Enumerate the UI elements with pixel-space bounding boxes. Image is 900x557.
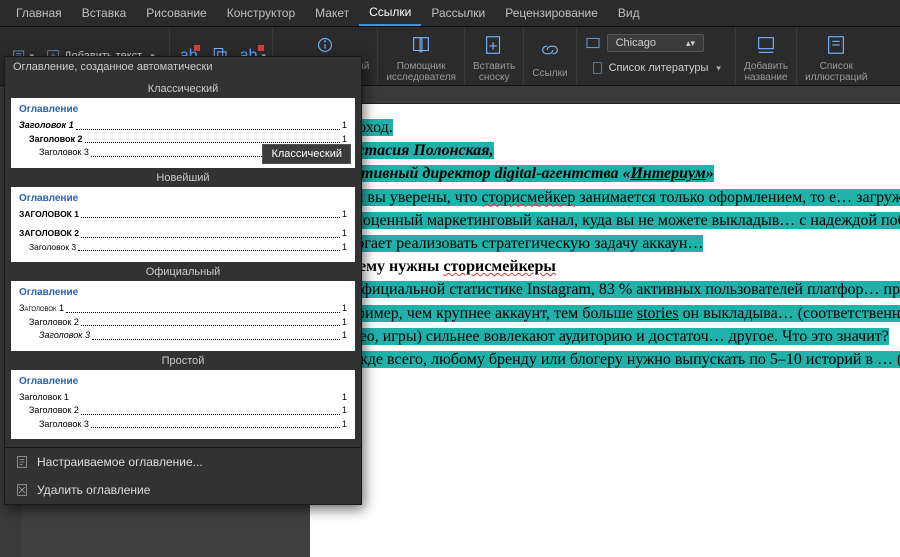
- links-button[interactable]: [539, 39, 561, 61]
- page[interactable]: … доход. Анастасия Полонская, креативный…: [310, 104, 900, 557]
- doc-role-link: Интериум: [630, 165, 705, 182]
- tab-references[interactable]: Ссылки: [359, 0, 421, 26]
- insert-footnote-button[interactable]: [483, 34, 505, 56]
- tab-design[interactable]: Конструктор: [217, 0, 305, 26]
- toc-category: Классический: [11, 83, 355, 95]
- insert-footnote-label: Вставить сноску: [473, 62, 515, 83]
- tab-view[interactable]: Вид: [608, 0, 650, 26]
- toc-style-simple[interactable]: Оглавление Заголовок 11 Заголовок 21 Заг…: [11, 370, 355, 440]
- bibliography-button[interactable]: Список литературы ▾: [585, 58, 727, 78]
- insert-caption-label: Добавить название: [744, 62, 788, 83]
- citation-button[interactable]: [585, 35, 601, 51]
- researcher-button[interactable]: [410, 34, 432, 56]
- custom-toc-button[interactable]: Настраиваемое оглавление...: [5, 448, 361, 476]
- chevron-down-icon: ▾: [716, 63, 721, 74]
- menu-tabs: Главная Вставка Рисование Конструктор Ма…: [0, 0, 900, 26]
- insert-caption-button[interactable]: [755, 34, 777, 56]
- select-arrows-icon: ▴▾: [686, 38, 695, 49]
- toc-gallery-panel: Оглавление, созданное автоматически Клас…: [4, 56, 362, 505]
- figures-list-button[interactable]: [825, 34, 847, 56]
- tab-review[interactable]: Рецензирование: [495, 0, 608, 26]
- toc-panel-title: Оглавление, созданное автоматически: [5, 57, 361, 77]
- tab-draw[interactable]: Рисование: [136, 0, 216, 26]
- doc-role-post: »: [706, 165, 714, 182]
- toc-category: Новейший: [11, 172, 355, 184]
- doc-role-pre: креативный директор digital-агентства «: [330, 165, 630, 182]
- tab-layout[interactable]: Макет: [305, 0, 359, 26]
- doc-text: Прежде всего, любому бренду или блогеру …: [330, 351, 900, 368]
- researcher-label: Помощник исследователя: [386, 62, 456, 83]
- toc-style-modern[interactable]: Оглавление Заголовок 11 Заголовок 21 Заг…: [11, 187, 355, 263]
- smart-lookup-button[interactable]: [314, 34, 336, 56]
- toc-category: Официальный: [11, 266, 355, 278]
- doc-heading: сторисмейкеры: [443, 258, 556, 275]
- doc-text: По официальной статистике Instagram, 83 …: [330, 281, 900, 298]
- tab-insert[interactable]: Вставка: [72, 0, 137, 26]
- figures-list-label: Список иллюстраций: [805, 62, 867, 83]
- tab-home[interactable]: Главная: [6, 0, 72, 26]
- links-label: Ссылки: [532, 69, 567, 80]
- remove-toc-button[interactable]: Удалить оглавление: [5, 476, 361, 504]
- citation-style-select[interactable]: Chicago▴▾: [607, 34, 704, 52]
- toc-category: Простой: [11, 355, 355, 367]
- toc-style-classic[interactable]: Оглавление Заголовок 11 Заголовок 21 Заг…: [11, 98, 355, 168]
- doc-text: сторисмейкер: [482, 189, 576, 206]
- toc-tooltip: Классический: [262, 144, 351, 164]
- toc-style-formal[interactable]: Оглавление Заголовок 11 Заголовок 21 Заг…: [11, 281, 355, 351]
- tab-mailings[interactable]: Рассылки: [421, 0, 495, 26]
- doc-text: stories: [637, 305, 679, 322]
